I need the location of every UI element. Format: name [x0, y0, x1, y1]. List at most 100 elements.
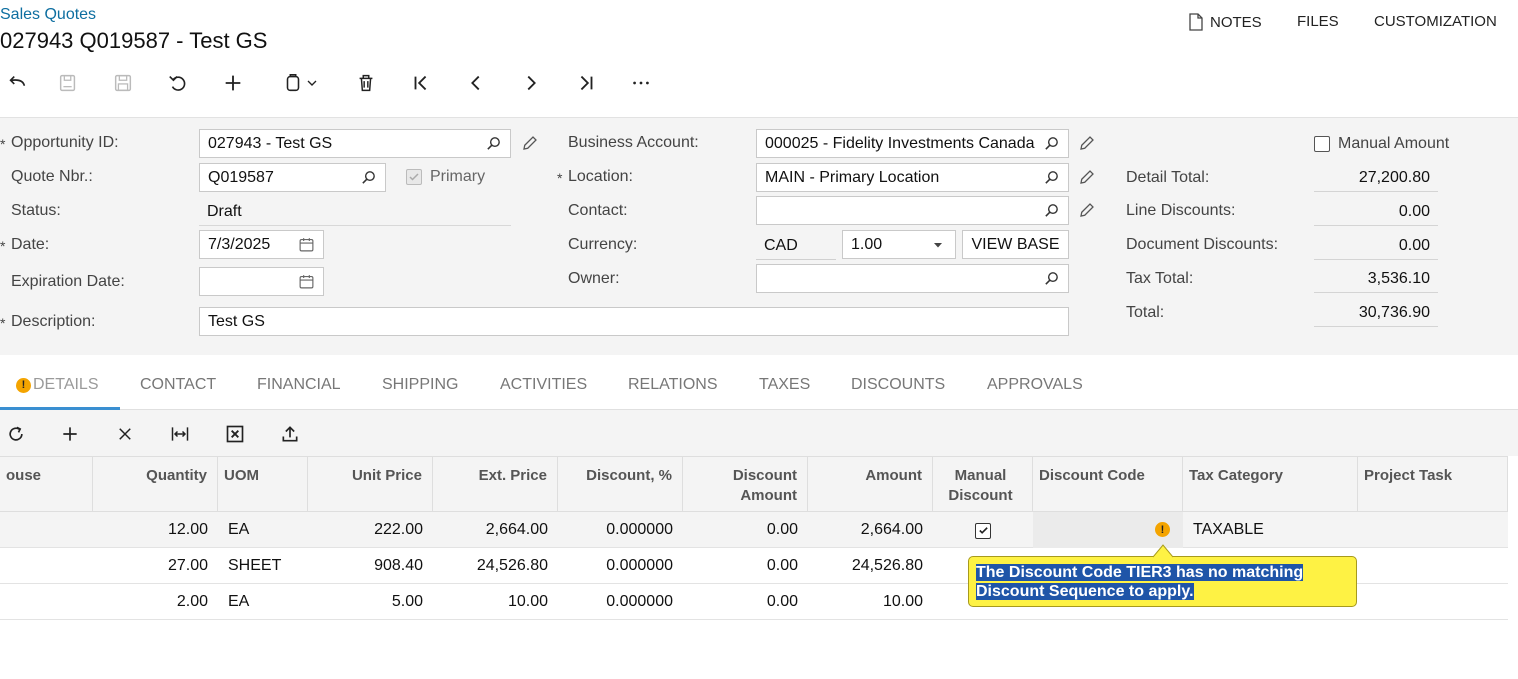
delete-row-button[interactable]	[112, 422, 138, 446]
currency-code[interactable]: CAD	[764, 237, 798, 255]
col-discount-pct[interactable]: Discount, %	[558, 457, 683, 513]
search-icon[interactable]	[1042, 270, 1060, 288]
pencil-icon[interactable]	[1077, 200, 1097, 220]
cell-manual-discount[interactable]	[933, 512, 1033, 548]
date-field[interactable]: 7/3/2025	[199, 230, 324, 259]
manual-amount-checkbox[interactable]: Manual Amount	[1314, 135, 1449, 153]
upload-button[interactable]	[277, 422, 303, 446]
cell-discount-amount[interactable]: 0.00	[683, 512, 808, 548]
cell-amount[interactable]: 24,526.80	[808, 548, 933, 584]
more-button[interactable]	[624, 68, 658, 98]
pencil-icon[interactable]	[1077, 167, 1097, 187]
next-record-button[interactable]	[514, 68, 548, 98]
contact-field[interactable]	[756, 196, 1069, 225]
calendar-icon[interactable]	[297, 273, 315, 291]
description-field[interactable]: Test GS	[199, 307, 1069, 336]
col-tax-category[interactable]: Tax Category	[1183, 457, 1358, 513]
location-value: MAIN - Primary Location	[765, 168, 940, 186]
search-icon[interactable]	[1042, 135, 1060, 153]
export-excel-button[interactable]	[222, 422, 248, 446]
calendar-icon[interactable]	[297, 236, 315, 254]
breadcrumb[interactable]: Sales Quotes	[0, 6, 96, 24]
cell-unit-price[interactable]: 908.40	[308, 548, 433, 584]
tab-financial[interactable]: FINANCIAL	[257, 376, 341, 394]
notes-button[interactable]: NOTES	[1188, 13, 1262, 31]
search-icon[interactable]	[1042, 202, 1060, 220]
copy-paste-button[interactable]	[272, 68, 330, 98]
col-ext-price[interactable]: Ext. Price	[433, 457, 558, 513]
cell-uom[interactable]: EA	[218, 512, 308, 548]
customization-button[interactable]: CUSTOMIZATION	[1374, 13, 1497, 30]
cell-quantity[interactable]: 2.00	[93, 584, 218, 620]
owner-field[interactable]	[756, 264, 1069, 293]
document-discounts-value: 0.00	[1314, 231, 1438, 260]
contact-label: Contact:	[568, 202, 628, 219]
table-row[interactable]: 12.00 EA 222.00 2,664.00 0.000000 0.00 2…	[0, 512, 1508, 548]
col-unit-price[interactable]: Unit Price	[308, 457, 433, 513]
pencil-icon[interactable]	[1077, 133, 1097, 153]
tab-shipping[interactable]: SHIPPING	[382, 376, 458, 394]
refresh-button[interactable]	[3, 422, 29, 446]
files-button[interactable]: FILES	[1297, 13, 1339, 30]
quote-nbr-field[interactable]: Q019587	[199, 163, 386, 192]
business-account-field[interactable]: 000025 - Fidelity Investments Canada	[756, 129, 1069, 158]
save-close-button[interactable]	[51, 68, 85, 98]
cell-amount[interactable]: 2,664.00	[808, 512, 933, 548]
primary-checkbox[interactable]: Primary	[406, 168, 485, 186]
col-discount-amount[interactable]: Discount Amount	[683, 457, 808, 513]
add-button[interactable]	[216, 68, 250, 98]
pencil-icon[interactable]	[520, 133, 540, 153]
cell-quantity[interactable]: 27.00	[93, 548, 218, 584]
col-discount-code[interactable]: Discount Code	[1033, 457, 1183, 513]
cell-discount-code[interactable]: !	[1033, 512, 1183, 548]
last-record-button[interactable]	[569, 68, 603, 98]
cell-tax-category[interactable]: TAXABLE	[1183, 512, 1358, 548]
save-button[interactable]	[106, 68, 140, 98]
tab-approvals[interactable]: APPROVALS	[987, 376, 1083, 394]
col-uom[interactable]: UOM	[218, 457, 308, 513]
tab-taxes[interactable]: TAXES	[759, 376, 810, 394]
currency-rate-select[interactable]: 1.00	[842, 230, 956, 259]
tab-details[interactable]: ! DETAILS	[16, 376, 99, 394]
checkbox-checked-icon[interactable]	[975, 522, 991, 539]
add-row-button[interactable]	[57, 422, 83, 446]
cell-discount-pct[interactable]: 0.000000	[558, 512, 683, 548]
cell-ext-price[interactable]: 2,664.00	[433, 512, 558, 548]
col-manual-discount[interactable]: Manual Discount	[933, 457, 1033, 513]
cell-unit-price[interactable]: 222.00	[308, 512, 433, 548]
cell-ext-price[interactable]: 10.00	[433, 584, 558, 620]
cancel-button[interactable]	[161, 68, 195, 98]
col-project-task[interactable]: Project Task	[1358, 457, 1508, 513]
col-amount[interactable]: Amount	[808, 457, 933, 513]
cell-quantity[interactable]: 12.00	[93, 512, 218, 548]
cell-amount[interactable]: 10.00	[808, 584, 933, 620]
search-icon[interactable]	[484, 135, 502, 153]
search-icon[interactable]	[359, 169, 377, 187]
cell-discount-pct[interactable]: 0.000000	[558, 584, 683, 620]
location-field[interactable]: MAIN - Primary Location	[756, 163, 1069, 192]
delete-button[interactable]	[349, 68, 383, 98]
cell-discount-amount[interactable]: 0.00	[683, 548, 808, 584]
first-record-button[interactable]	[404, 68, 438, 98]
view-base-button[interactable]: VIEW BASE	[962, 230, 1069, 259]
cell-discount-pct[interactable]: 0.000000	[558, 548, 683, 584]
tab-discounts[interactable]: DISCOUNTS	[851, 376, 945, 394]
cell-discount-amount[interactable]: 0.00	[683, 584, 808, 620]
cell-unit-price[interactable]: 5.00	[308, 584, 433, 620]
warning-icon[interactable]: !	[1155, 522, 1170, 537]
cell-ext-price[interactable]: 24,526.80	[433, 548, 558, 584]
search-icon[interactable]	[1042, 169, 1060, 187]
col-warehouse[interactable]: ouse	[0, 457, 93, 513]
fit-columns-button[interactable]	[167, 422, 193, 446]
back-icon	[9, 75, 26, 86]
tab-relations[interactable]: RELATIONS	[628, 376, 718, 394]
tab-contact[interactable]: CONTACT	[140, 376, 216, 394]
previous-record-button[interactable]	[459, 68, 493, 98]
cell-uom[interactable]: SHEET	[218, 548, 308, 584]
opportunity-id-field[interactable]: 027943 - Test GS	[199, 129, 511, 158]
col-quantity[interactable]: Quantity	[93, 457, 218, 513]
cell-uom[interactable]: EA	[218, 584, 308, 620]
back-button[interactable]	[0, 68, 34, 98]
expiration-date-field[interactable]	[199, 267, 324, 296]
tab-activities[interactable]: ACTIVITIES	[500, 376, 587, 394]
